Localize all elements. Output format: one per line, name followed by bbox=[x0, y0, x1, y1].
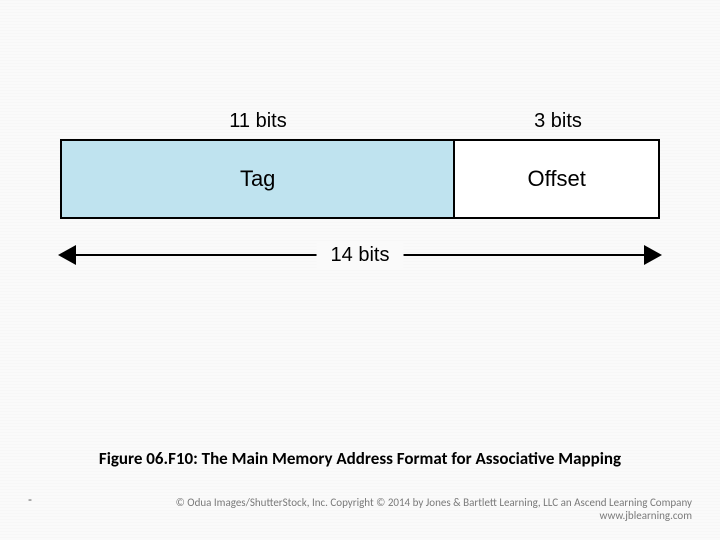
bullet-dash: - bbox=[28, 492, 32, 506]
slide-stage: 11 bits 3 bits Tag Offset 14 bits Figure… bbox=[0, 0, 720, 540]
tag-bits-label: 11 bits bbox=[60, 110, 456, 133]
total-bits-label: 14 bits bbox=[317, 241, 404, 269]
copyright-text: © Odua Images/ShutterStock, Inc. Copyrig… bbox=[176, 496, 692, 509]
bit-width-labels: 11 bits 3 bits bbox=[60, 110, 660, 133]
address-format-diagram: 11 bits 3 bits Tag Offset 14 bits bbox=[60, 110, 660, 269]
figure-caption: Figure 06.F10: The Main Memory Address F… bbox=[0, 448, 720, 469]
footer: © Odua Images/ShutterStock, Inc. Copyrig… bbox=[176, 496, 692, 522]
footer-url: www.jblearning.com bbox=[176, 509, 692, 522]
offset-field: Offset bbox=[455, 141, 658, 217]
arrow-right-icon bbox=[644, 245, 662, 265]
total-bits-row: 14 bits bbox=[60, 241, 660, 269]
arrow-left-icon bbox=[58, 245, 76, 265]
address-fields-box: Tag Offset bbox=[60, 139, 660, 219]
tag-field: Tag bbox=[62, 141, 455, 217]
offset-bits-label: 3 bits bbox=[456, 110, 660, 133]
